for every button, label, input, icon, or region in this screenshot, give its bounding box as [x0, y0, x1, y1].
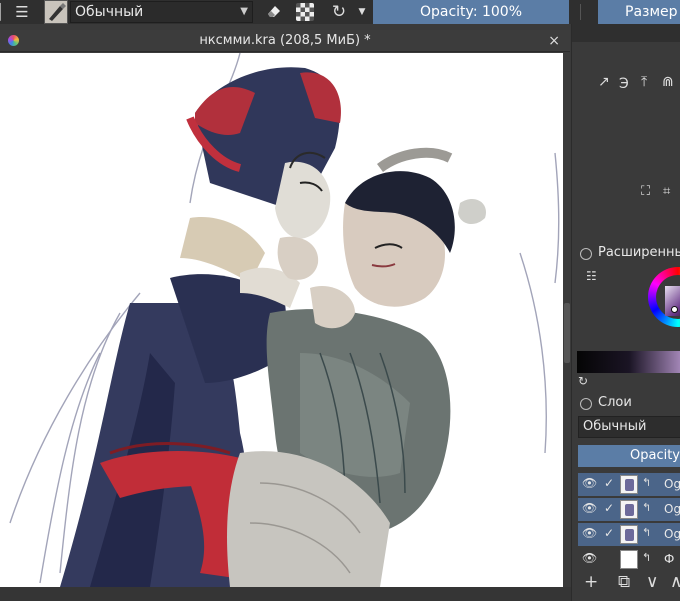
- layer-name: Ф: [664, 552, 675, 566]
- transform-tool-icon[interactable]: ↗: [598, 74, 610, 90]
- color-picker-marker[interactable]: [671, 306, 678, 313]
- brush-preset-button[interactable]: [44, 0, 68, 24]
- color-history-bar[interactable]: [577, 351, 680, 373]
- add-layer-icon[interactable]: +: [584, 572, 598, 592]
- warp-tool-icon[interactable]: ℈: [619, 74, 629, 90]
- cage-tool-icon[interactable]: ⤒: [641, 74, 647, 90]
- brush-settings-icon[interactable]: ☰: [12, 2, 32, 22]
- refresh-icon[interactable]: ↻: [578, 374, 588, 388]
- close-tab-button[interactable]: ×: [548, 30, 560, 52]
- preserve-alpha-icon[interactable]: [296, 3, 314, 21]
- layer-thumbnail: [620, 475, 638, 494]
- duplicate-layer-icon[interactable]: ⧉: [618, 572, 630, 592]
- scrollbar-thumb[interactable]: [564, 303, 570, 363]
- layer-link-icon[interactable]: ↰: [642, 476, 651, 489]
- chevron-down-icon: ▼: [240, 6, 248, 17]
- layer-opacity-label: Opacity:: [630, 448, 680, 463]
- layer-row[interactable]: 👁 ↰ Ф: [578, 548, 680, 572]
- layer-row[interactable]: 👁 ✓ ↰ Og: [578, 498, 680, 522]
- canvas[interactable]: [0, 53, 563, 587]
- chevron-down-icon[interactable]: ∨: [646, 572, 658, 592]
- layer-row[interactable]: 👁 ✓ ↰ Og: [578, 523, 680, 547]
- liquify-tool-icon[interactable]: ⋒: [662, 74, 674, 90]
- advanced-color-selector-title: Расширенны: [598, 245, 680, 260]
- document-tab[interactable]: нксмми.kra (208,5 МиБ) * ×: [0, 30, 570, 52]
- layer-blend-mode-value: Обычный: [583, 419, 647, 434]
- top-toolbar: ▍ ☰ Обычный ▼ ↻ ▼ Opacity: 100% Размер: [0, 0, 680, 24]
- advanced-color-selector-icon: [580, 248, 592, 260]
- layer-name: Og: [664, 502, 680, 516]
- toolbar-divider: [580, 4, 581, 20]
- krita-window: ▍ ☰ Обычный ▼ ↻ ▼ Opacity: 100% Размер н…: [0, 0, 680, 601]
- chevron-down-icon[interactable]: ▼: [352, 2, 372, 22]
- brush-preset-icon: [49, 3, 66, 21]
- checkmark-icon[interactable]: ✓: [604, 501, 614, 515]
- right-docker: ↗ ℈ ⤒ ⋒ ⛶ ⌗ Расширенны ☷ ↻ Слои Обычный …: [571, 24, 680, 601]
- size-slider[interactable]: Размер: [598, 0, 680, 24]
- eye-icon[interactable]: 👁: [582, 476, 597, 490]
- layer-name: Og: [664, 527, 680, 541]
- eye-icon[interactable]: 👁: [582, 551, 597, 565]
- reload-preset-icon[interactable]: ↻: [329, 2, 349, 22]
- layer-opacity-slider[interactable]: Opacity:: [578, 445, 680, 467]
- eye-icon[interactable]: 👁: [582, 526, 597, 540]
- artwork-illustration: [9, 53, 560, 587]
- blend-mode-select[interactable]: Обычный ▼: [70, 1, 253, 23]
- docker-header: [572, 24, 680, 42]
- layer-link-icon[interactable]: ↰: [642, 551, 651, 564]
- checkmark-icon[interactable]: ✓: [604, 526, 614, 540]
- layers-docker-title: Слои: [598, 395, 632, 410]
- brush-tool-icon[interactable]: ▍: [0, 2, 12, 22]
- document-title: нксмми.kra (208,5 МиБ) *: [199, 33, 371, 48]
- menu-icon[interactable]: ☷: [586, 269, 597, 283]
- layer-thumbnail: [620, 500, 638, 519]
- layer-row[interactable]: 👁 ✓ ↰ Og: [578, 473, 680, 497]
- layer-link-icon[interactable]: ↰: [642, 501, 651, 514]
- opacity-slider[interactable]: Opacity: 100%: [373, 0, 569, 24]
- layer-blend-mode-select[interactable]: Обычный: [578, 416, 680, 438]
- layer-toolbar: + ⧉ ∨ ∧: [578, 571, 680, 595]
- select-tool-icon[interactable]: ⛶: [641, 184, 650, 199]
- move-up-icon[interactable]: ∧: [670, 572, 680, 592]
- layer-name: Og: [664, 477, 680, 491]
- layer-link-icon[interactable]: ↰: [642, 526, 651, 539]
- opacity-value: Opacity: 100%: [419, 4, 523, 20]
- horizontal-scrollbar[interactable]: [0, 587, 571, 601]
- crop-tool-icon[interactable]: ⌗: [663, 184, 670, 199]
- layers-docker-icon: [580, 398, 592, 410]
- size-label: Размер: [625, 4, 678, 20]
- vertical-scrollbar[interactable]: [563, 53, 571, 587]
- layer-thumbnail: [620, 550, 638, 569]
- eye-icon[interactable]: 👁: [582, 501, 597, 515]
- checkmark-icon[interactable]: ✓: [604, 476, 614, 490]
- eraser-icon[interactable]: [264, 2, 284, 22]
- blend-mode-value: Обычный: [75, 4, 144, 20]
- layer-thumbnail: [620, 525, 638, 544]
